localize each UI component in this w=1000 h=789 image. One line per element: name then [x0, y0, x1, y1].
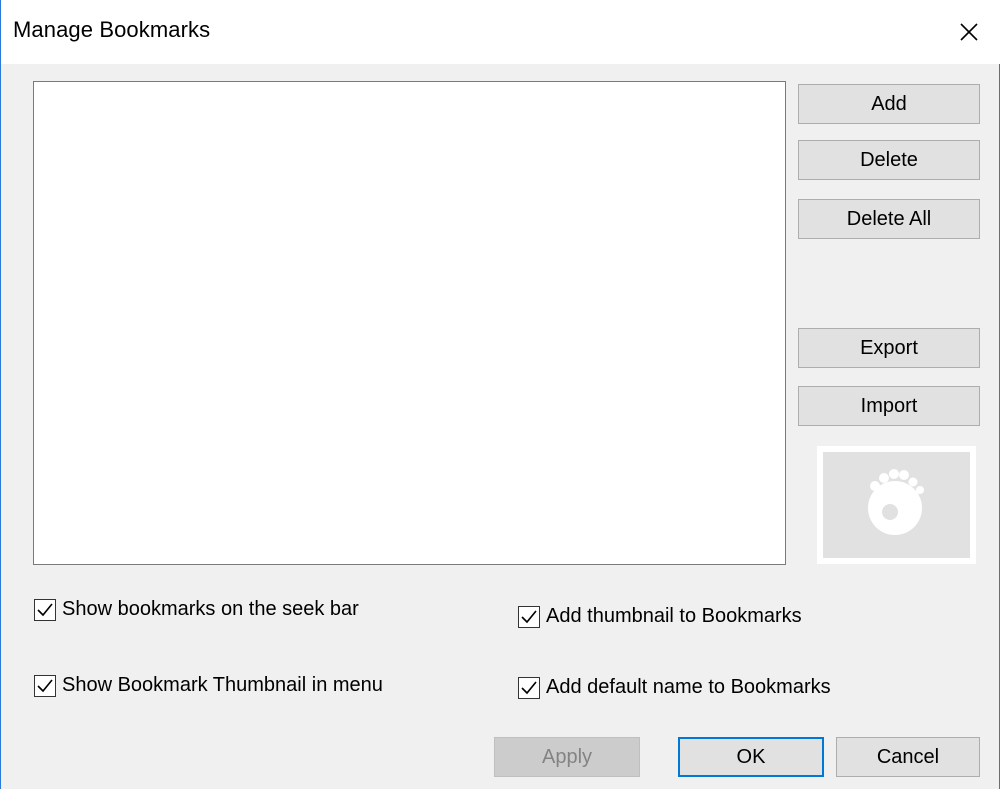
cancel-button[interactable]: Cancel: [836, 737, 980, 777]
close-icon: [960, 23, 978, 41]
ok-button[interactable]: OK: [678, 737, 824, 777]
checkbox-label: Add thumbnail to Bookmarks: [546, 605, 802, 627]
checkbox-label: Show bookmarks on the seek bar: [62, 598, 359, 620]
checkmark-icon: [37, 602, 53, 616]
bookmarks-list[interactable]: [33, 81, 786, 565]
delete-button[interactable]: Delete: [798, 140, 980, 180]
checkmark-icon: [37, 678, 53, 692]
close-button[interactable]: [953, 16, 985, 48]
title-bar: Manage Bookmarks: [1, 0, 1000, 64]
export-button[interactable]: Export: [798, 328, 980, 368]
checkmark-icon: [521, 609, 537, 623]
manage-bookmarks-dialog: Manage Bookmarks Add Delete Delete All E…: [0, 0, 1000, 789]
checkbox-box[interactable]: [34, 674, 56, 697]
add-thumbnail-checkbox[interactable]: Add thumbnail to Bookmarks: [518, 605, 802, 628]
show-thumbnail-menu-checkbox[interactable]: Show Bookmark Thumbnail in menu: [34, 674, 383, 697]
checkbox-box[interactable]: [518, 676, 540, 699]
apply-button[interactable]: Apply: [494, 737, 640, 777]
add-default-name-checkbox[interactable]: Add default name to Bookmarks: [518, 676, 831, 699]
import-button[interactable]: Import: [798, 386, 980, 426]
checkbox-box[interactable]: [518, 605, 540, 628]
gom-player-logo-icon: [868, 469, 924, 535]
dialog-title: Manage Bookmarks: [13, 17, 211, 42]
thumbnail-placeholder: [823, 452, 970, 558]
checkbox-label: Add default name to Bookmarks: [546, 676, 831, 698]
checkbox-label: Show Bookmark Thumbnail in menu: [62, 674, 383, 696]
checkmark-icon: [521, 680, 537, 694]
add-button[interactable]: Add: [798, 84, 980, 124]
checkbox-box[interactable]: [34, 598, 56, 621]
thumbnail-preview: [817, 446, 976, 564]
delete-all-button[interactable]: Delete All: [798, 199, 980, 239]
show-bookmarks-seekbar-checkbox[interactable]: Show bookmarks on the seek bar: [34, 598, 359, 621]
